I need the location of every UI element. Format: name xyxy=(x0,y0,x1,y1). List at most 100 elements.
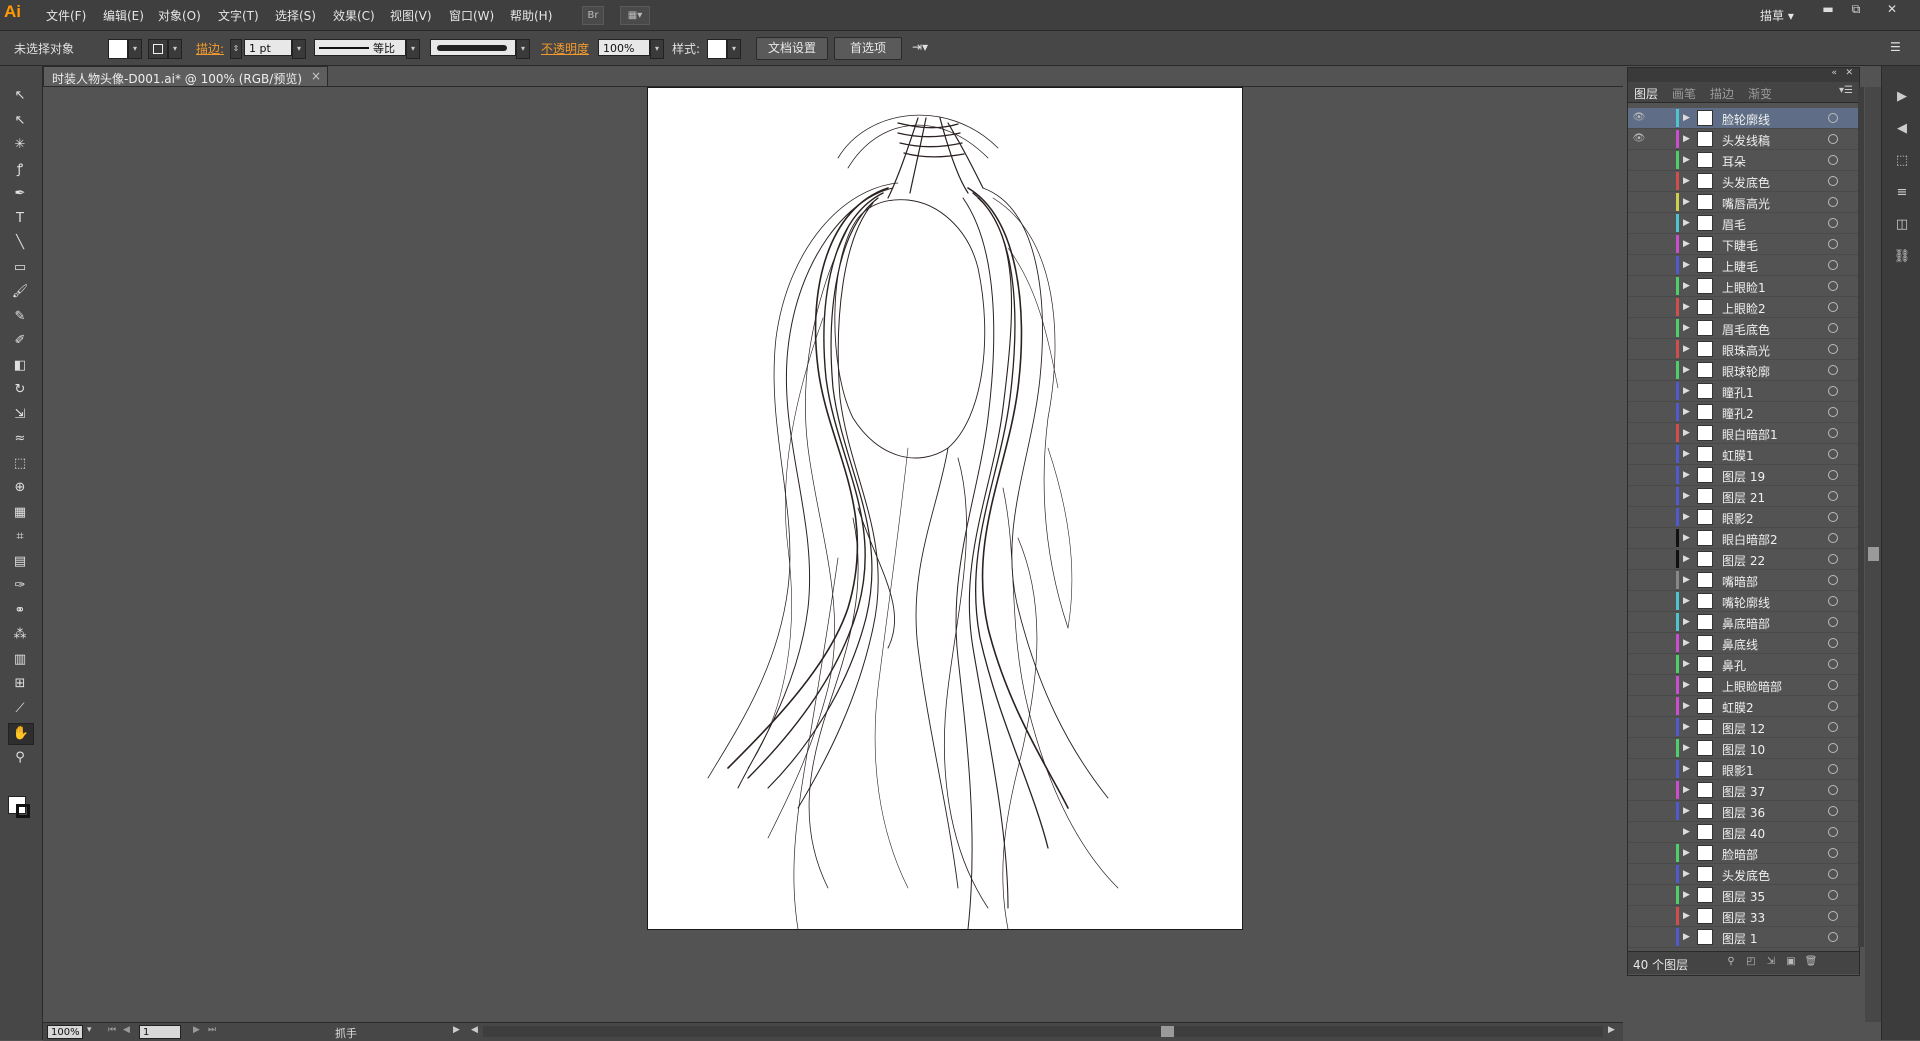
target-circle-icon[interactable] xyxy=(1828,302,1838,312)
visibility-eye-icon[interactable] xyxy=(1632,447,1646,461)
fill-stroke-widget[interactable] xyxy=(8,796,34,822)
layer-name[interactable]: 眉毛底色 xyxy=(1722,321,1770,338)
target-circle-icon[interactable] xyxy=(1828,491,1838,501)
layer-name[interactable]: 图层 21 xyxy=(1722,489,1765,506)
perspective-grid-tool[interactable]: ▦ xyxy=(8,503,32,523)
layer-row[interactable]: ▶ 嘴暗部 xyxy=(1628,570,1859,591)
tab-close-icon[interactable]: × xyxy=(311,69,321,83)
fill-dropdown-icon[interactable]: ▾ xyxy=(128,39,142,59)
layer-row[interactable]: ▶ 眼珠高光 xyxy=(1628,339,1859,360)
layer-name[interactable]: 耳朵 xyxy=(1722,153,1746,170)
expand-arrow-icon[interactable]: ▶ xyxy=(1683,867,1695,881)
layer-name[interactable]: 鼻底暗部 xyxy=(1722,615,1770,632)
expand-arrow-icon[interactable]: ▶ xyxy=(1683,783,1695,797)
expand-arrow-icon[interactable]: ▶ xyxy=(1683,573,1695,587)
play-icon[interactable]: ▶ xyxy=(1892,88,1912,106)
layer-row[interactable]: ▶ 图层 33 xyxy=(1628,906,1859,927)
expand-arrow-icon[interactable]: ▶ xyxy=(1683,930,1695,944)
layer-name[interactable]: 眼影2 xyxy=(1722,510,1754,527)
visibility-eye-icon[interactable] xyxy=(1632,321,1646,335)
visibility-eye-icon[interactable] xyxy=(1632,573,1646,587)
layer-row[interactable]: ▶ 上眼睑暗部 xyxy=(1628,675,1859,696)
layer-name[interactable]: 上眼睑1 xyxy=(1722,279,1766,296)
visibility-eye-icon[interactable] xyxy=(1632,720,1646,734)
expand-icon[interactable]: ◀ xyxy=(1892,120,1912,138)
layer-row[interactable]: ▶ 上眼睑2 xyxy=(1628,297,1859,318)
visibility-eye-icon[interactable] xyxy=(1632,615,1646,629)
expand-arrow-icon[interactable]: ▶ xyxy=(1683,405,1695,419)
visibility-eye-icon[interactable] xyxy=(1632,174,1646,188)
visibility-eye-icon[interactable] xyxy=(1632,489,1646,503)
stroke-weight-dropdown-icon[interactable]: ▾ xyxy=(292,39,306,59)
layer-row[interactable]: ▶ 上眼睑1 xyxy=(1628,276,1859,297)
layer-row[interactable]: ▶ 虹膜2 xyxy=(1628,696,1859,717)
direct-selection-tool[interactable]: ↖ xyxy=(8,111,32,131)
layer-name[interactable]: 嘴轮廓线 xyxy=(1722,594,1770,611)
arrange-documents-icon[interactable]: ▦▾ xyxy=(620,6,650,25)
expand-arrow-icon[interactable]: ▶ xyxy=(1683,804,1695,818)
layer-row[interactable]: ▶ 图层 22 xyxy=(1628,549,1859,570)
rotate-tool[interactable]: ↻ xyxy=(8,380,32,400)
layer-name[interactable]: 图层 1 xyxy=(1722,930,1757,947)
target-circle-icon[interactable] xyxy=(1828,344,1838,354)
align-icon[interactable]: ≡ xyxy=(1892,184,1912,202)
collapse-panel-icon[interactable]: « xyxy=(1831,68,1837,78)
stroke-profile-dropdown-icon[interactable]: ▾ xyxy=(406,39,420,59)
layer-row[interactable]: ▶ 图层 36 xyxy=(1628,801,1859,822)
preferences-button[interactable]: 首选项 xyxy=(834,37,902,60)
target-circle-icon[interactable] xyxy=(1828,155,1838,165)
target-circle-icon[interactable] xyxy=(1828,785,1838,795)
layer-row[interactable]: ▶ 头发底色 xyxy=(1628,864,1859,885)
layer-row[interactable]: ▶ 图层 40 xyxy=(1628,822,1859,843)
clipping-mask-icon[interactable]: ◰ xyxy=(1744,956,1758,970)
layer-name[interactable]: 上眼睑暗部 xyxy=(1722,678,1782,695)
zoom-field[interactable]: 100% xyxy=(47,1025,83,1039)
expand-arrow-icon[interactable]: ▶ xyxy=(1683,846,1695,860)
visibility-eye-icon[interactable] xyxy=(1632,699,1646,713)
close-panel-icon[interactable]: ✕ xyxy=(1845,68,1853,78)
magic-wand-tool[interactable]: ✳ xyxy=(8,135,32,155)
column-graph-tool[interactable]: ▥ xyxy=(8,650,32,670)
layer-row[interactable]: ▶ 鼻孔 xyxy=(1628,654,1859,675)
status-menu-arrow-icon[interactable]: ▶ xyxy=(453,1025,460,1035)
pathfinder-icon[interactable]: ◫ xyxy=(1892,216,1912,234)
stroke-profile-field[interactable]: 等比 xyxy=(314,39,406,56)
slice-tool[interactable]: ⟋ xyxy=(8,699,32,719)
visibility-eye-icon[interactable] xyxy=(1632,195,1646,209)
brush-definition-field[interactable] xyxy=(430,39,516,56)
layer-row[interactable]: ▶ 头发底色 xyxy=(1628,171,1859,192)
stroke-label[interactable]: 描边: xyxy=(196,40,224,57)
type-tool[interactable]: T xyxy=(8,209,32,229)
target-circle-icon[interactable] xyxy=(1828,743,1838,753)
panel-options-icon[interactable]: ▾☰ xyxy=(1839,85,1853,96)
target-circle-icon[interactable] xyxy=(1828,680,1838,690)
new-sublayer-icon[interactable]: ⇲ xyxy=(1764,956,1778,970)
expand-arrow-icon[interactable]: ▶ xyxy=(1683,594,1695,608)
stroke-weight-stepper[interactable]: ⇕ xyxy=(230,39,242,59)
target-circle-icon[interactable] xyxy=(1828,911,1838,921)
layers-scrollbar[interactable] xyxy=(1858,87,1864,947)
hand-tool[interactable]: ✋ xyxy=(8,723,34,745)
visibility-eye-icon[interactable] xyxy=(1632,342,1646,356)
mesh-tool[interactable]: ⌗ xyxy=(8,527,32,547)
visibility-eye-icon[interactable] xyxy=(1632,909,1646,923)
paintbrush-tool[interactable]: 🖌 xyxy=(8,282,32,302)
layer-name[interactable]: 眼珠高光 xyxy=(1722,342,1770,359)
delete-layer-icon[interactable]: 🗑 xyxy=(1804,956,1818,970)
visibility-eye-icon[interactable] xyxy=(1632,531,1646,545)
layer-name[interactable]: 鼻孔 xyxy=(1722,657,1746,674)
target-circle-icon[interactable] xyxy=(1828,764,1838,774)
expand-arrow-icon[interactable]: ▶ xyxy=(1683,552,1695,566)
layer-row[interactable]: ▶ 眼影2 xyxy=(1628,507,1859,528)
layer-row[interactable]: 👁 ▶ 头发线稿 xyxy=(1628,129,1859,150)
layer-name[interactable]: 头发线稿 xyxy=(1722,132,1770,149)
layer-name[interactable]: 图层 40 xyxy=(1722,825,1765,842)
target-circle-icon[interactable] xyxy=(1828,701,1838,711)
last-artboard-icon[interactable]: ⏭ xyxy=(208,1025,216,1035)
visibility-eye-icon[interactable] xyxy=(1632,657,1646,671)
visibility-eye-icon[interactable] xyxy=(1632,846,1646,860)
layer-row[interactable]: ▶ 图层 10 xyxy=(1628,738,1859,759)
layer-name[interactable]: 眼影1 xyxy=(1722,762,1754,779)
target-circle-icon[interactable] xyxy=(1828,260,1838,270)
target-circle-icon[interactable] xyxy=(1828,722,1838,732)
